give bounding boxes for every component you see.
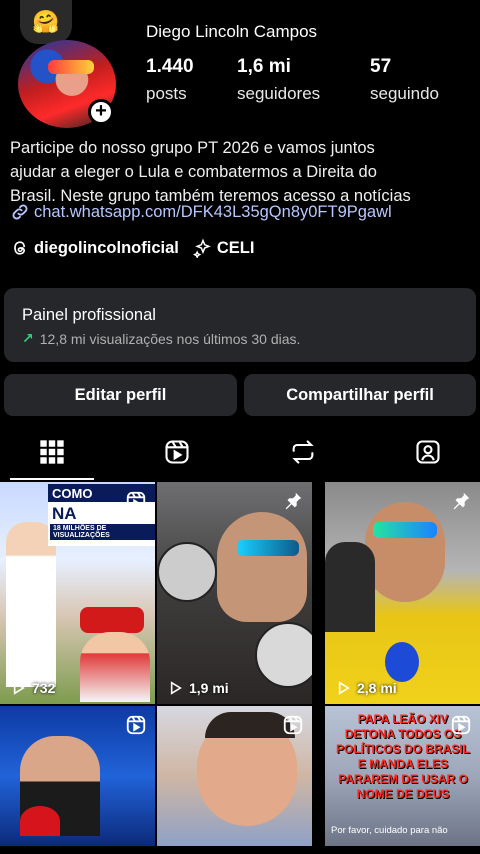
tab-reels[interactable] bbox=[117, 424, 237, 480]
bio-link[interactable]: chat.whatsapp.com/DFK43L35gQn8y0FT9Pgawl bbox=[10, 202, 392, 222]
face-shape bbox=[217, 512, 307, 622]
edit-profile-button[interactable]: Editar perfil bbox=[4, 374, 237, 416]
tab-posts[interactable] bbox=[0, 424, 112, 480]
post-thumbnail[interactable] bbox=[0, 706, 155, 846]
person-shape bbox=[6, 522, 56, 687]
post-caption: 18 MILHÕES DE VISUALIZAÇÕES bbox=[50, 524, 155, 540]
grid-icon bbox=[40, 440, 64, 464]
stat-following[interactable]: 57 seguindo bbox=[370, 56, 439, 104]
professional-dashboard[interactable]: Painel profissional ↗ 12,8 mi visualizaç… bbox=[4, 288, 476, 362]
post-footer: Por favor, cuidado para não bbox=[331, 825, 448, 836]
crest-shape bbox=[385, 642, 419, 682]
avatar-glasses bbox=[48, 60, 94, 74]
add-story-button[interactable]: + bbox=[88, 99, 114, 125]
view-count: 732 bbox=[10, 680, 55, 696]
bio: Participe do nosso grupo PT 2026 e vamos… bbox=[10, 136, 470, 208]
stat-followers[interactable]: 1,6 mi seguidores bbox=[237, 56, 320, 104]
stat-following-label: seguindo bbox=[370, 84, 440, 103]
threads-handle: diegolincolnoficial bbox=[34, 238, 179, 257]
person-shape bbox=[325, 542, 375, 632]
bio-link-text: chat.whatsapp.com/DFK43L35gQn8y0FT9Pgawl bbox=[34, 202, 392, 221]
inset-photo bbox=[255, 622, 312, 688]
view-count-text: 732 bbox=[32, 680, 56, 696]
category-tag-label: CELI bbox=[216, 238, 255, 257]
reposts-icon bbox=[292, 440, 314, 464]
post-thumbnail[interactable]: COMO VIRALIZAR NA INTERNET 18 MILHÕES DE… bbox=[0, 482, 155, 704]
play-outline-icon bbox=[338, 681, 350, 695]
post-thumbnail[interactable]: PAPA LEÃO XIV DETONA TODOS OS POLÍTICOS … bbox=[325, 706, 480, 846]
sunglasses-shape bbox=[237, 540, 299, 556]
sparkle-icon bbox=[192, 238, 211, 258]
face-shape bbox=[365, 502, 445, 602]
bio-line: ajudar a eleger o Lula e combatermos a D… bbox=[10, 163, 377, 181]
post-thumbnail[interactable] bbox=[157, 706, 312, 846]
car-shape bbox=[80, 607, 144, 633]
reels-icon bbox=[451, 715, 471, 735]
stat-posts-value: 1.440 bbox=[146, 56, 194, 77]
view-count: 1,9 mi bbox=[167, 680, 229, 696]
panel-subtitle: ↗ 12,8 mi visualizações nos últimos 30 d… bbox=[22, 330, 300, 347]
stat-following-value: 57 bbox=[370, 56, 392, 77]
tab-reposts[interactable] bbox=[243, 424, 363, 480]
note-bubble[interactable]: 🤗 bbox=[20, 0, 72, 44]
stat-followers-label: seguidores bbox=[237, 84, 321, 103]
reels-icon bbox=[126, 491, 146, 511]
profile-tabs bbox=[0, 424, 480, 480]
reels-icon bbox=[283, 715, 303, 735]
pin-icon bbox=[453, 492, 470, 510]
view-count-text: 1,9 mi bbox=[189, 680, 229, 696]
reels-icon bbox=[165, 440, 189, 464]
category-tag[interactable]: CELI bbox=[192, 238, 255, 258]
tagged-icon bbox=[416, 440, 440, 464]
stat-posts[interactable]: 1.440 posts bbox=[146, 56, 194, 104]
stat-posts-label: posts bbox=[146, 84, 187, 103]
profile-tags: diegolincolnoficial CELI bbox=[10, 238, 254, 258]
family-shape bbox=[80, 632, 150, 702]
stat-followers-value: 1,6 mi bbox=[237, 56, 291, 77]
trend-up-icon: ↗ bbox=[22, 330, 34, 346]
reels-icon bbox=[126, 715, 146, 735]
view-count: 2,8 mi bbox=[335, 680, 397, 696]
pin-icon bbox=[285, 492, 302, 510]
note-emoji: 🤗 bbox=[32, 9, 60, 34]
panel-subtitle-text: 12,8 mi visualizações nos últimos 30 dia… bbox=[39, 330, 301, 347]
inset-photo bbox=[157, 542, 217, 602]
panel-title: Painel profissional bbox=[22, 306, 156, 324]
bio-line: Participe do nosso grupo PT 2026 e vamos… bbox=[10, 139, 375, 157]
sunglasses-shape bbox=[373, 522, 437, 538]
display-name: Diego Lincoln Campos bbox=[146, 22, 318, 41]
threads-icon bbox=[14, 241, 26, 255]
view-count-text: 2,8 mi bbox=[357, 680, 397, 696]
play-outline-icon bbox=[13, 681, 25, 695]
link-icon bbox=[12, 204, 28, 220]
profile-header: 🤗 + Diego Lincoln Campos 1.440 posts 1,6… bbox=[0, 0, 480, 130]
active-tab-indicator bbox=[10, 478, 94, 480]
share-profile-button[interactable]: Compartilhar perfil bbox=[244, 374, 476, 416]
tab-tagged[interactable] bbox=[368, 424, 480, 480]
post-thumbnail[interactable]: 1,9 mi bbox=[157, 482, 312, 704]
post-thumbnail[interactable]: 2,8 mi bbox=[325, 482, 480, 704]
threads-link[interactable]: diegolincolnoficial bbox=[10, 238, 179, 258]
play-outline-icon bbox=[170, 681, 182, 695]
cap-shape bbox=[20, 806, 60, 836]
